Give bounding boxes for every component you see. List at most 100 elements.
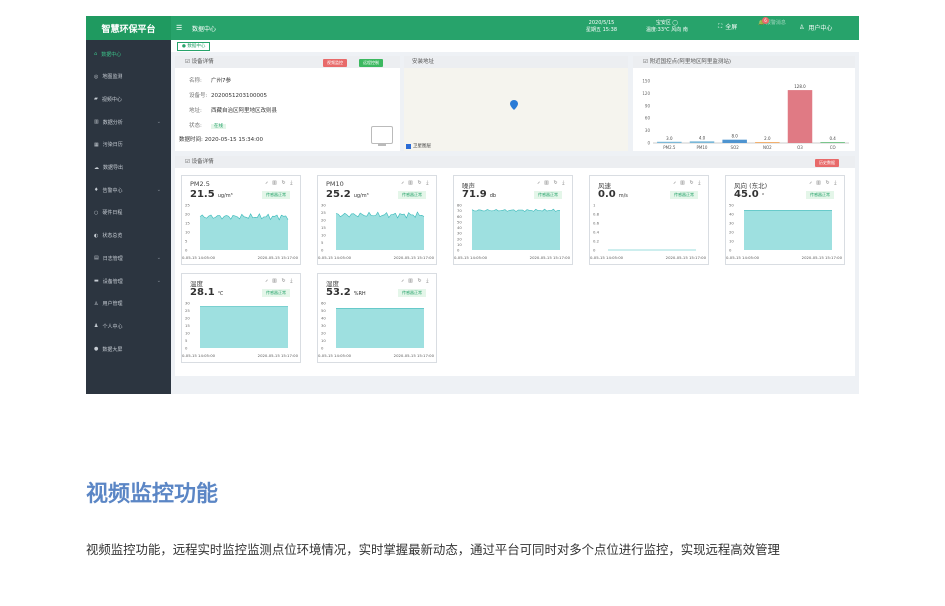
bar[interactable] — [689, 141, 715, 143]
sensor-value: 53.2 — [326, 287, 351, 298]
y-tick-label: 0 — [729, 248, 732, 253]
map-pin-icon[interactable] — [510, 100, 518, 110]
sensor-status-badge: 传感器正常 — [670, 191, 698, 199]
screen-icon: ● — [94, 346, 99, 353]
device-id-row: 设备号: 202005120310​0005 — [189, 91, 267, 99]
chart-tools-icon[interactable]: ⍻ ▥ ↻ ⤓ — [673, 180, 702, 186]
sensor-card[interactable]: 温度 ⍻ ▥ ↻ ⤓ 28.1 ℃ 传感器正常 30 25 20 15 10 5 0 0-05-15 1… — [181, 273, 301, 363]
top-bar: 智慧环保平台 ☰ 数据中心 2020/5/15 星期五 15:38 宝安区 ◯ … — [86, 16, 859, 40]
user-center-button[interactable]: ♙ 用户中心 — [799, 23, 832, 32]
chart-tools-icon[interactable]: ⍻ ▥ ↻ ⤓ — [401, 278, 430, 284]
y-tick-label: 0 — [457, 248, 460, 253]
app-logo[interactable]: 智慧环保平台 — [86, 16, 171, 40]
checkbox-icon — [406, 143, 411, 149]
video-monitor-button[interactable]: 视频监控 — [323, 59, 347, 67]
sensor-card[interactable]: PM2.5 ⍻ ▥ ↻ ⤓ 21.5 ug/m³ 传感器正常 25 20 15 10 5 0 0-05… — [181, 175, 301, 265]
x-tick-label: PM10 — [697, 145, 708, 150]
bar[interactable] — [722, 139, 747, 143]
x-tick-label: 0-05-15 14:05:00 — [318, 255, 352, 260]
sidebar-item-label: 用户管理 — [102, 301, 123, 308]
y-tick-label: 1 — [593, 203, 596, 208]
y-tick-label: 10 — [321, 338, 326, 343]
sidebar-item[interactable]: ▰ 视频中心 — [86, 88, 171, 110]
chart-tools-icon[interactable]: ⍻ ▥ ↻ ⤓ — [265, 180, 294, 186]
nearby-station-title: ☑ 附近国控点(阿里地区阿里监测站) — [633, 56, 855, 68]
app-window: 智慧环保平台 ☰ 数据中心 2020/5/15 星期五 15:38 宝安区 ◯ … — [86, 16, 859, 394]
sensor-unit: ug/m³ — [353, 193, 369, 199]
notification-badge: 6 — [762, 17, 769, 24]
bar[interactable] — [755, 142, 780, 143]
fullscreen-button[interactable]: ⛶ 全屏 — [718, 22, 737, 32]
sidebar-item[interactable]: ☁ 数据导出 — [86, 157, 171, 179]
x-tick-label: 0-05-15 14:05:00 — [318, 353, 352, 358]
sidebar-item[interactable]: ○ 硬件日程 — [86, 202, 171, 224]
sensor-card[interactable]: 风向 (东北) ⍻ ▥ ↻ ⤓ 45.0 ° 传感器正常 50 40 30 20 10 0 0-05-… — [725, 175, 845, 265]
sidebar-item[interactable]: ◐ 状态总览 — [86, 225, 171, 247]
sensor-card[interactable]: 噪声 ⍻ ▥ ↻ ⤓ 71.9 db 传感器正常 80 70 60 50 40 30 20 10 0 0-0… — [453, 175, 573, 265]
sensor-card[interactable]: 风速 ⍻ ▥ ↻ ⤓ 0.0 m/s 传感器正常 1 0.8 0.6 0.4 0.2 0 0-05-1… — [589, 175, 709, 265]
map-icon: ◎ — [94, 73, 99, 80]
y-tick-label: 0 — [321, 248, 324, 253]
sensor-card[interactable]: PM10 ⍻ ▥ ↻ ⤓ 25.2 ug/m³ 传感器正常 30 25 20 15 10 5 0 0-0… — [317, 175, 437, 265]
sidebar-item[interactable]: ▥ 数据分析 ⌄ — [86, 111, 171, 133]
y-tick-label: 0 — [185, 346, 188, 351]
remote-control-button[interactable]: 远程控制 — [359, 59, 383, 67]
sidebar-item[interactable]: ● 数据大屏 — [86, 338, 171, 360]
x-tick-label: 0-05-15 14:05:00 — [590, 255, 624, 260]
sensor-name: PM2.5 — [190, 180, 210, 188]
section-title: 视频监控功能 — [86, 482, 219, 507]
sidebar-item[interactable]: ▬ 设备管理 ⌄ — [86, 270, 171, 292]
trend-area — [744, 210, 832, 250]
satellite-toggle[interactable]: 卫星图层 — [406, 143, 431, 149]
sidebar-item[interactable]: ◎ 地图监测 — [86, 66, 171, 88]
y-tick-label: 20 — [457, 236, 462, 241]
sensor-trend-chart: 80706050403020100 0-05-15 14:05:00 2020-05… — [454, 203, 571, 261]
chart-tools-icon[interactable]: ⍻ ▥ ↻ ⤓ — [265, 278, 294, 284]
weekday-line: 星期五 15:38 — [586, 27, 617, 33]
device-status-key: 状态: — [189, 123, 202, 129]
sidebar-item[interactable]: ⌂ 数据中心 — [86, 43, 171, 65]
date-line: 2020/5/15 — [588, 20, 615, 26]
y-tick-label: 90 — [645, 103, 651, 108]
history-data-button[interactable]: 历史数据 — [815, 159, 839, 167]
section-description: 视频监控功能，远程实时监控监测点位环境情况，实时掌握最新动态，通过平台可同时对多… — [86, 542, 780, 557]
x-tick-label: 2020-05-15 15:17:00 — [530, 255, 571, 260]
log-icon: ▤ — [94, 255, 99, 262]
sidebar-item[interactable]: ▦ 污染日历 — [86, 134, 171, 156]
device-info-panel: ☑ 设备详情 视频监控 远程控制 名称: 广州7参 设备号: 20200512031… — [175, 56, 400, 151]
y-tick-label: 0 — [185, 248, 188, 253]
menu-icon[interactable]: ☰ — [176, 24, 182, 32]
sidebar-item[interactable]: ♙ 用户管理 — [86, 293, 171, 315]
y-tick-label: 50 — [321, 308, 326, 313]
install-address-title: 安装地址 — [404, 56, 628, 68]
sidebar-item[interactable]: ▤ 日志管理 ⌄ — [86, 247, 171, 269]
x-tick-label: 2020-05-15 15:17:00 — [258, 255, 299, 260]
sidebar-item[interactable]: ♦ 告警中心 ⌄ — [86, 179, 171, 201]
tab-data-center[interactable]: ● 数据中心 — [177, 42, 211, 51]
device-name-row: 名称: 广州7参 — [189, 76, 231, 84]
bar[interactable] — [787, 90, 813, 143]
device-address-key: 地址: — [189, 108, 202, 114]
sidebar-item-label: 数据分析 — [102, 119, 123, 126]
sensor-unit: ℃ — [217, 291, 224, 297]
y-tick-label: 30 — [321, 203, 326, 208]
sensor-trend-chart: 30 25 20 15 10 5 0 0-05-15 14:05:00 2020-05-15 1… — [182, 301, 299, 359]
y-tick-label: 80 — [457, 203, 462, 208]
y-tick-label: 0 — [593, 248, 596, 253]
bar[interactable] — [657, 141, 682, 143]
sensor-card[interactable]: 湿度 ⍻ ▥ ↻ ⤓ 53.2 %RH 传感器正常 60 50 40 30 20 10 0 0-05-1… — [317, 273, 437, 363]
chart-tools-icon[interactable]: ⍻ ▥ ↻ ⤓ — [401, 180, 430, 186]
chart-tools-icon[interactable]: ⍻ ▥ ↻ ⤓ — [809, 180, 838, 186]
y-tick-label: 0.4 — [593, 230, 600, 235]
sidebar-item[interactable]: ♟ 个人中心 — [86, 315, 171, 337]
y-tick-label: 0 — [647, 141, 650, 146]
map-view[interactable]: 卫星图层 — [404, 68, 628, 151]
x-tick-label: NO2 — [763, 145, 772, 150]
bar[interactable] — [820, 142, 845, 143]
trend-area — [200, 213, 288, 250]
chart-tools-icon[interactable]: ⍻ ▥ ↻ ⤓ — [537, 180, 566, 186]
sidebar-item-label: 告警中心 — [102, 187, 123, 194]
sensor-trend-chart: 30 25 20 15 10 5 0 0-05-15 14:05:00 2020-05-15 1… — [318, 203, 435, 261]
sensor-value-group: 28.1 ℃ — [190, 287, 223, 298]
x-tick-label: 2020-05-15 15:17:00 — [394, 353, 435, 358]
